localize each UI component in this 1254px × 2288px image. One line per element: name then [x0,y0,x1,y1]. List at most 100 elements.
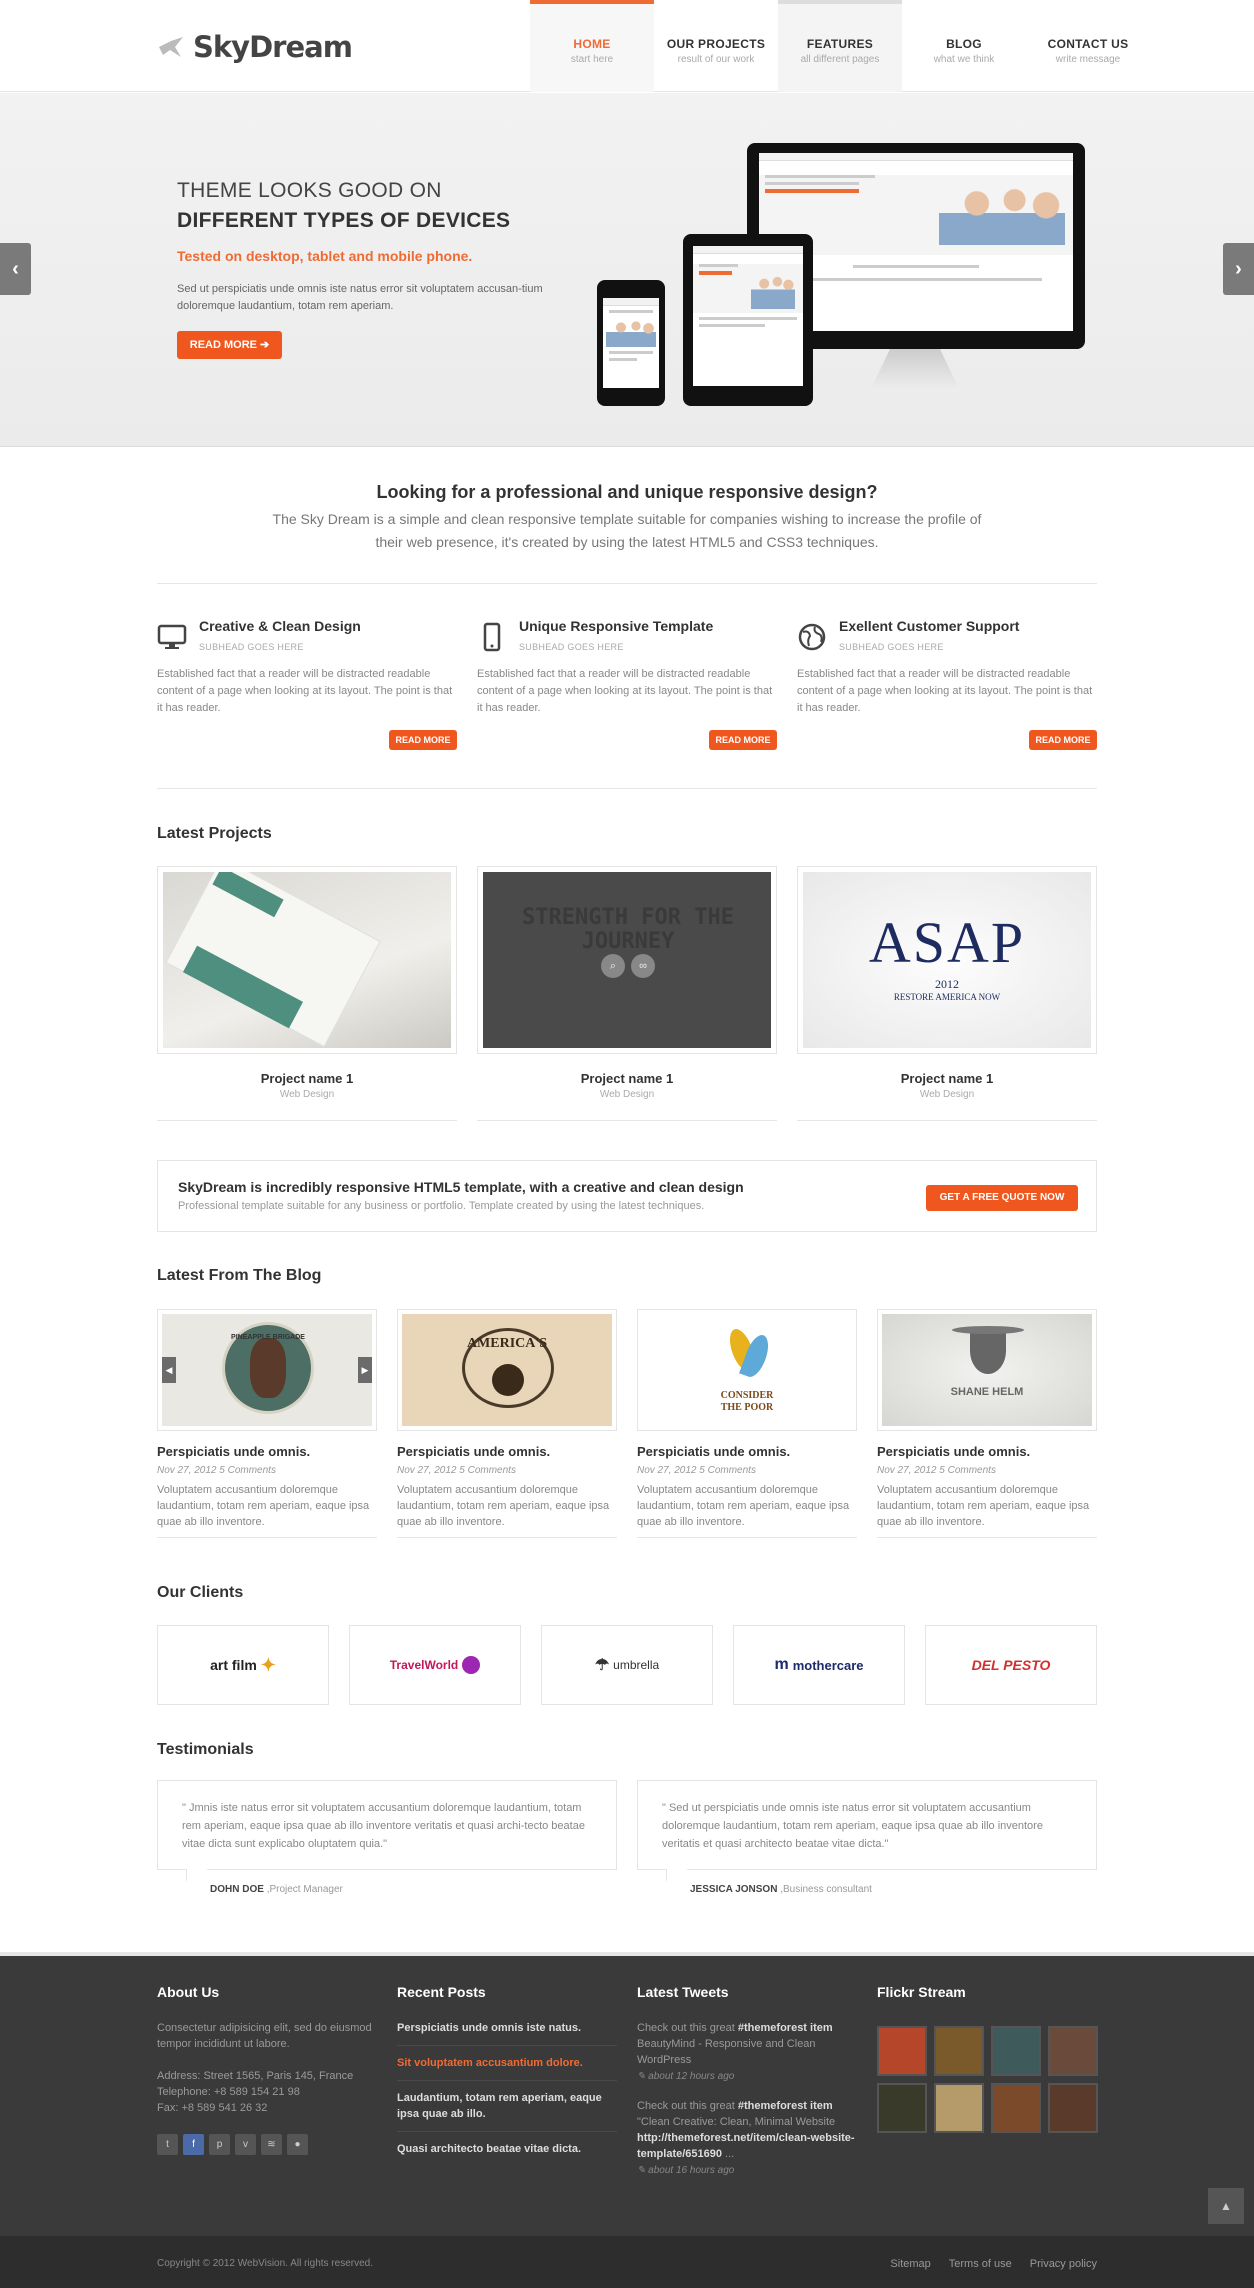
client-logo[interactable]: art film ✦ [157,1625,329,1705]
hero-read-more-button[interactable]: READ MORE ➔ [177,331,282,359]
twitter-icon[interactable]: t [157,2134,178,2155]
recent-post-link[interactable]: Perspiciatis unde omnis iste natus. [397,2020,617,2046]
client-logo[interactable]: DEL PESTO [925,1625,1097,1705]
flickr-icon[interactable]: ● [287,2134,308,2155]
mothercare-mark-icon: m [774,1656,789,1673]
footer-heading: Recent Posts [397,1984,486,2000]
project-card[interactable]: ASAP 2012 RESTORE AMERICA NOW Project na… [797,866,1097,1121]
brand-name: SkyDream [193,30,353,64]
testimonials-heading: Testimonials [157,1741,254,1758]
flickr-photo[interactable] [877,2026,927,2076]
twitter-icon: ✎ [637,2071,649,2082]
blog-post-card[interactable]: AMERICA'S Perspiciatis unde omnis. Nov 2… [397,1309,617,1538]
footer-link-privacy[interactable]: Privacy policy [1030,2258,1097,2270]
blog-meta: Nov 27, 2012 5 Comments [877,1465,996,1476]
blog-excerpt: Voluptatem accusantium doloremque laudan… [157,1484,370,1528]
flickr-photo[interactable] [991,2026,1041,2076]
blog-thumbnail[interactable]: AMERICA'S [402,1314,612,1426]
tablet-device-image [683,234,813,406]
pinterest-icon[interactable]: p [209,2134,230,2155]
cta-title: SkyDream is incredibly responsive HTML5 … [178,1179,744,1195]
main-nav: HOME start here OUR PROJECTS result of our… [530,0,1150,92]
project-thumbnail[interactable]: STRENGTH FOR THE JOURNEY ⌕ ∞ [483,872,771,1048]
hero-title-line2: DIFFERENT TYPES OF DEVICES [177,209,511,232]
blog-prev-arrow[interactable]: ◀ [162,1357,176,1383]
feature-read-more-button[interactable]: READ MORE [1029,730,1097,750]
blog-thumbnail[interactable]: CONSIDER THE POOR [642,1314,852,1426]
blog-meta: Nov 27, 2012 5 Comments [157,1465,276,1476]
blog-next-arrow[interactable]: ▶ [358,1357,372,1383]
slider-next-button[interactable]: › [1223,243,1254,295]
blog-title[interactable]: Perspiciatis unde omnis. [397,1444,617,1459]
hero-slider: ‹ › THEME LOOKS GOOD ON DIFFERENT TYPES … [0,93,1254,447]
divider [157,583,1097,584]
blog-thumbnail[interactable]: PINEAPPLE BRIGADE [162,1314,372,1426]
footer-heading: About Us [157,1984,220,2000]
blog-title[interactable]: Perspiciatis unde omnis. [877,1444,1097,1459]
project-name[interactable]: Project name 1 [797,1071,1097,1086]
feature-text: Established fact that a reader will be d… [797,668,1093,714]
project-card[interactable]: Project name 1 Web Design [157,866,457,1121]
flickr-photo[interactable] [877,2083,927,2133]
flickr-photo[interactable] [934,2026,984,2076]
cta-text: Professional template suitable for any b… [178,1200,705,1212]
nav-contact[interactable]: CONTACT US write message [1026,0,1150,92]
nav-projects[interactable]: OUR PROJECTS result of our work [654,0,778,92]
blog-post-card[interactable]: CONSIDER THE POOR Perspiciatis unde omni… [637,1309,857,1538]
bird-icon: ✦ [260,1654,276,1675]
facebook-icon[interactable]: f [183,2134,204,2155]
rss-icon[interactable]: ≋ [261,2134,282,2155]
scroll-to-top-button[interactable]: ▲ [1208,2188,1244,2224]
blog-thumbnail-label: CONSIDER THE POOR [720,1390,774,1413]
vimeo-icon[interactable]: v [235,2134,256,2155]
testimonial-author: DOHN DOE ,Project Manager [210,1884,343,1895]
nav-label: BLOG [946,37,982,51]
tweet-link[interactable]: http://themeforest.net/item/clean-websit… [637,2132,855,2160]
project-name[interactable]: Project name 1 [477,1071,777,1086]
blog-thumbnail[interactable]: SHANE HELM [882,1314,1092,1426]
recent-post-link[interactable]: Sit voluptatem accusantium dolore. [397,2055,617,2081]
feature-text: Established fact that a reader will be d… [477,668,773,714]
recent-post-link[interactable]: Laudantium, totam rem aperiam, eaque ips… [397,2090,617,2132]
project-thumbnail[interactable]: ASAP 2012 RESTORE AMERICA NOW [803,872,1091,1048]
project-thumbnail[interactable] [163,872,451,1048]
project-name[interactable]: Project name 1 [157,1071,457,1086]
project-card[interactable]: STRENGTH FOR THE JOURNEY ⌕ ∞ Project nam… [477,866,777,1121]
nav-home[interactable]: HOME start here [530,0,654,92]
footer-link-terms[interactable]: Terms of use [949,2258,1012,2270]
clients-heading: Our Clients [157,1584,244,1601]
slider-prev-button[interactable]: ‹ [0,243,31,295]
tweet-hashtag[interactable]: #themeforest item [738,2100,833,2112]
blog-post-card[interactable]: PINEAPPLE BRIGADE ◀ ▶ Perspiciatis unde … [157,1309,377,1538]
flickr-photo[interactable] [1048,2026,1098,2076]
client-logo[interactable]: m mothercare [733,1625,905,1705]
feature-text: Established fact that a reader will be d… [157,668,453,714]
tweet: Check out this great #themeforest item B… [637,2022,833,2066]
nav-blog[interactable]: BLOG what we think [902,0,1026,92]
feature-read-more-button[interactable]: READ MORE [709,730,777,750]
client-logo[interactable]: TravelWorld [349,1625,521,1705]
blog-title[interactable]: Perspiciatis unde omnis. [157,1444,377,1459]
footer-link-sitemap[interactable]: Sitemap [890,2258,930,2270]
blog-title[interactable]: Perspiciatis unde omnis. [637,1444,857,1459]
nav-sub: all different pages [800,54,880,65]
project-category: Web Design [279,1089,335,1100]
nav-label: HOME [573,37,611,51]
link-icon[interactable]: ∞ [631,954,655,978]
tweet-hashtag[interactable]: #themeforest item [738,2022,833,2034]
client-logo[interactable]: ☂ umbrella [541,1625,713,1705]
footer-heading: Latest Tweets [637,1984,729,2000]
flickr-photo[interactable] [934,2083,984,2133]
about-text: Consectetur adipisicing elit, sed do eiu… [157,2022,372,2050]
flickr-photo[interactable] [1048,2083,1098,2133]
get-quote-button[interactable]: GET A FREE QUOTE NOW [926,1185,1078,1211]
flickr-photo[interactable] [991,2083,1041,2133]
logo[interactable]: SkyDream [157,30,353,64]
feature-read-more-button[interactable]: READ MORE [389,730,457,750]
zoom-icon[interactable]: ⌕ [601,954,625,978]
footer-recent-posts: Recent Posts Perspiciatis unde omnis ist… [397,1984,617,2175]
nav-features[interactable]: FEATURES all different pages [778,0,902,92]
projects-heading: Latest Projects [157,825,272,842]
recent-post-link[interactable]: Quasi architecto beatae vitae dicta. [397,2141,617,2166]
blog-post-card[interactable]: SHANE HELM Perspiciatis unde omnis. Nov … [877,1309,1097,1538]
